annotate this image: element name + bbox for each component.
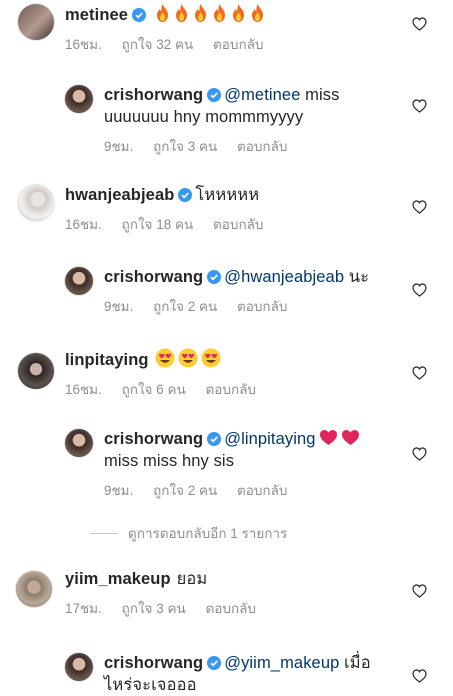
comment-meta: 16ชม. ถูกใจ 6 คน ตอบกลับ (65, 378, 393, 400)
comment-text: crishorwang @yiim_makeup เมื่อ (104, 652, 393, 674)
comment-username[interactable]: yiim_makeup (65, 570, 171, 588)
comment-likes[interactable]: ถูกใจ 2 คน (153, 299, 217, 314)
comment-time: 9ชม. (104, 299, 134, 314)
comment-likes[interactable]: ถูกใจ 18 คน (122, 217, 194, 232)
heart-eyes-emoji-icon (201, 348, 221, 368)
like-heart-icon[interactable] (412, 283, 427, 297)
avatar-linpitaying[interactable] (17, 352, 55, 390)
comment-username[interactable]: hwanjeabjeab (65, 186, 174, 204)
reply-button[interactable]: ตอบกลับ (213, 217, 263, 232)
avatar-yiim-makeup[interactable] (15, 570, 53, 608)
mention-link[interactable]: @yiim_makeup (224, 654, 339, 672)
verified-badge-icon (207, 270, 222, 284)
comment-body: ยอม (176, 570, 208, 588)
comment-time: 17ชม. (65, 601, 102, 616)
comment-meta: 16ชม. ถูกใจ 18 คน ตอบกลับ (65, 213, 393, 235)
comment-body: เมื่อ (339, 654, 371, 672)
comment-text-line2: ไหร่จะเจอออ (104, 676, 197, 694)
view-more-replies-button[interactable]: ดูการตอบกลับอีก 1 รายการ (90, 522, 287, 544)
mention-link[interactable]: @hwanjeabjeab (224, 268, 344, 286)
comment-meta: 17ชม. ถูกใจ 3 คน ตอบกลับ (65, 597, 393, 619)
comment-username[interactable]: crishorwang (104, 86, 203, 104)
comment-text: linpitaying (65, 348, 393, 371)
fire-emoji-icon (156, 4, 168, 22)
avatar-hwanjeabjeab[interactable] (17, 184, 55, 222)
comment-text: hwanjeabjeab โหหหหห (65, 184, 393, 206)
fire-emoji-icon (232, 4, 244, 22)
reply-button[interactable]: ตอบกลับ (237, 483, 287, 498)
reply-button[interactable]: ตอบกลับ (206, 382, 256, 397)
comment-text: metinee (65, 3, 393, 26)
heart-eyes-emoji-icon (155, 348, 175, 368)
verified-badge-icon (207, 88, 222, 102)
verified-badge-icon (132, 8, 147, 22)
mention-link[interactable]: @linpitaying (224, 430, 315, 448)
fire-emoji-icon (194, 4, 206, 22)
avatar-crishorwang[interactable] (64, 266, 94, 296)
comment-time: 16ชม. (65, 382, 102, 397)
fire-emoji-row (149, 4, 268, 24)
verified-badge-icon (207, 656, 222, 670)
like-heart-icon[interactable] (412, 669, 427, 683)
red-heart-emoji-icon (319, 430, 337, 445)
like-heart-icon[interactable] (412, 200, 427, 214)
avatar-crishorwang[interactable] (64, 652, 94, 682)
comment-username[interactable]: crishorwang (104, 654, 203, 672)
comment-username[interactable]: metinee (65, 6, 128, 24)
comment-text: crishorwang @hwanjeabjeab นะ (104, 266, 393, 288)
fire-emoji-icon (251, 4, 263, 22)
heart-eyes-emoji-icon (178, 348, 198, 368)
fire-emoji-icon (213, 4, 225, 22)
comment-meta: 9ชม. ถูกใจ 3 คน ตอบกลับ (104, 135, 393, 157)
comment-body: นะ (344, 268, 370, 286)
like-heart-icon[interactable] (412, 17, 427, 31)
comment-body: โหหหหห (195, 186, 260, 204)
comment-likes[interactable]: ถูกใจ 6 คน (122, 382, 186, 397)
comment-meta: 9ชม. ถูกใจ 2 คน ตอบกลับ (104, 295, 393, 317)
comment-likes[interactable]: ถูกใจ 2 คน (153, 483, 217, 498)
red-heart-emoji-icon (341, 430, 359, 445)
reply-button[interactable]: ตอบกลับ (237, 139, 287, 154)
heart-eyes-emoji-row (155, 348, 224, 369)
avatar-metinee[interactable] (17, 3, 55, 41)
comment-body: miss (300, 86, 340, 104)
like-heart-icon[interactable] (412, 366, 427, 380)
verified-badge-icon (178, 188, 193, 202)
comment-text-line2: miss miss hny sis (104, 452, 235, 470)
like-heart-icon[interactable] (412, 584, 427, 598)
view-more-replies-label: ดูการตอบกลับอีก 1 รายการ (128, 526, 288, 541)
verified-badge-icon (207, 432, 222, 446)
comment-meta: 16ชม. ถูกใจ 32 คน ตอบกลับ (65, 33, 393, 55)
comment-likes[interactable]: ถูกใจ 32 คน (122, 37, 194, 52)
reply-button[interactable]: ตอบกลับ (213, 37, 263, 52)
like-heart-icon[interactable] (412, 447, 427, 461)
comment-time: 16ชม. (65, 217, 102, 232)
avatar-crishorwang[interactable] (64, 428, 94, 458)
comment-text: crishorwang @metinee miss (104, 84, 393, 106)
comment-username[interactable]: crishorwang (104, 430, 203, 448)
comment-likes[interactable]: ถูกใจ 3 คน (122, 601, 186, 616)
comment-username[interactable]: crishorwang (104, 268, 203, 286)
comment-username[interactable]: linpitaying (65, 351, 149, 369)
comment-meta: 9ชม. ถูกใจ 2 คน ตอบกลับ (104, 479, 393, 501)
mention-link[interactable]: @metinee (224, 86, 300, 104)
reply-button[interactable]: ตอบกลับ (237, 299, 287, 314)
comment-text: yiim_makeup ยอม (65, 568, 393, 590)
avatar-crishorwang[interactable] (64, 84, 94, 114)
comment-time: 16ชม. (65, 37, 102, 52)
reply-button[interactable]: ตอบกลับ (206, 601, 256, 616)
fire-emoji-icon (175, 4, 187, 22)
comment-time: 9ชม. (104, 139, 134, 154)
comment-time: 9ชม. (104, 483, 134, 498)
divider-line (90, 533, 118, 534)
like-heart-icon[interactable] (412, 99, 427, 113)
comment-text-line2: uuuuuuu hny mommmyyyy (104, 108, 304, 126)
comment-likes[interactable]: ถูกใจ 3 คน (153, 139, 217, 154)
comment-text: crishorwang @linpitaying (104, 428, 393, 450)
